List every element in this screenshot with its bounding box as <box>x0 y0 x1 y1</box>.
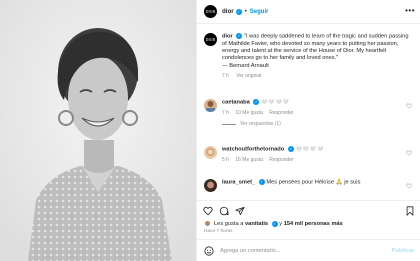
caption: DIOR dior ✓ "I was deeply saddened to le… <box>204 33 414 80</box>
share-icon[interactable] <box>235 206 245 216</box>
likes-prefix: Les gusta a <box>214 220 244 227</box>
verified-icon: ✓ <box>253 99 260 105</box>
more-icon[interactable]: ••• <box>405 7 415 15</box>
comment-text: Mes pensées pour Héloïse 🙏 je suis <box>266 179 361 186</box>
comment-time[interactable]: 7 h <box>222 110 229 116</box>
instagram-post-view: DIOR dior ✓ • Seguir ••• DIOR dior ✓ "I … <box>0 0 420 261</box>
comment-username[interactable]: laura_smet_ <box>222 180 255 186</box>
caption-text: "I was deeply saddened to learn of the t… <box>222 33 409 62</box>
heart-icon[interactable] <box>406 103 412 109</box>
verified-icon: ✓ <box>235 8 242 15</box>
bookmark-icon[interactable] <box>405 206 415 216</box>
emoji-icon[interactable] <box>204 245 214 256</box>
follow-button[interactable]: Seguir <box>250 9 269 15</box>
comment-input[interactable] <box>220 247 370 254</box>
post-details-panel: DIOR dior ✓ • Seguir ••• DIOR dior ✓ "I … <box>196 0 420 261</box>
heart-icon[interactable] <box>406 183 412 189</box>
comment-item: laura_smet_ ✓ Mes pensées pour Héloïse 🙏… <box>204 179 416 192</box>
add-comment-bar: Publicar <box>197 239 420 261</box>
caption-avatar[interactable]: DIOR <box>204 33 217 46</box>
heart-icon[interactable] <box>203 206 213 216</box>
verified-icon: ✓ <box>258 179 265 185</box>
likes-middle: y <box>279 220 283 227</box>
avatar-text: DIOR <box>205 9 216 14</box>
view-replies-button[interactable]: Ver respuestas (1) <box>222 121 416 128</box>
comments-scroll-area[interactable]: DIOR dior ✓ "I was deeply saddened to le… <box>197 25 420 200</box>
comment-icon[interactable] <box>219 206 229 216</box>
comment-username[interactable]: caetanaba <box>222 100 250 106</box>
separator-dot: • <box>244 8 247 15</box>
verified-icon: ✓ <box>287 146 294 152</box>
post-photo[interactable] <box>0 0 196 261</box>
portrait-image <box>0 0 196 261</box>
verified-icon: ✓ <box>271 220 278 227</box>
avatar-text: DIOR <box>205 37 216 42</box>
post-time[interactable]: Hace 7 horas <box>204 229 233 234</box>
commenter-avatar[interactable] <box>204 99 217 112</box>
see-original-link[interactable]: Ver original <box>236 73 261 79</box>
caption-username[interactable]: dior <box>222 34 233 40</box>
liker-avatar <box>204 220 211 227</box>
commenter-avatar[interactable] <box>204 179 217 192</box>
likes-summary[interactable]: Les gusta a vanitatis ✓ y 154 mil person… <box>204 220 343 227</box>
heart-icon[interactable] <box>406 150 412 156</box>
comment-item: caetanaba ✓ 🤍🤍🤍🤍 7 h 10 Me gusta Respond… <box>204 99 416 128</box>
comment-username[interactable]: watchoutforthetornado <box>222 147 284 153</box>
comment-text: 🤍🤍🤍🤍 <box>261 99 290 106</box>
publish-button[interactable]: Publicar <box>392 248 414 254</box>
verified-icon: ✓ <box>236 33 243 39</box>
likes-user[interactable]: vanitatis <box>245 221 268 227</box>
author-avatar[interactable]: DIOR <box>204 5 217 18</box>
comment-likes[interactable]: 10 Me gusta <box>235 110 263 116</box>
comment-text: 🤍🤍🤍🤍 <box>295 146 325 153</box>
commenter-avatar[interactable] <box>204 146 217 159</box>
likes-count[interactable]: 154 mil personas más <box>284 221 343 227</box>
view-replies-label: Ver respuestas (1) <box>240 120 281 127</box>
comment-time[interactable]: 5 h <box>222 157 229 163</box>
comment-likes[interactable]: 16 Me gusta <box>235 157 263 163</box>
reply-button[interactable]: Responder <box>269 110 293 116</box>
comment-item: watchoutforthetornado ✓ 🤍🤍🤍🤍 5 h 16 Me g… <box>204 146 416 164</box>
caption-time[interactable]: 7 h <box>222 73 229 79</box>
caption-signature: — Bernard Arnault <box>222 62 269 69</box>
post-header: DIOR dior ✓ • Seguir ••• <box>197 0 420 24</box>
post-actions: Les gusta a vanitatis ✓ y 154 mil person… <box>197 200 420 238</box>
author-username[interactable]: dior <box>222 8 234 15</box>
reply-button[interactable]: Responder <box>269 157 293 163</box>
